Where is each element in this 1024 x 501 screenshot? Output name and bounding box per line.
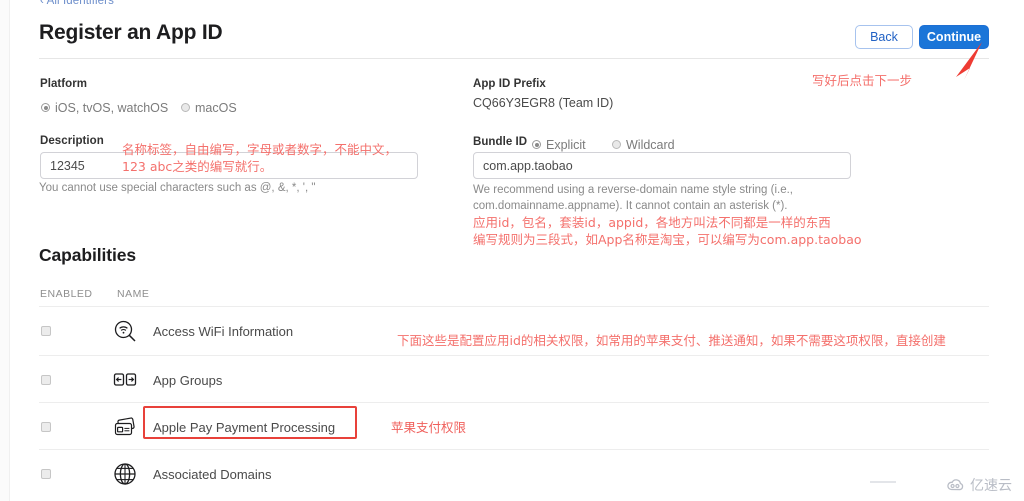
platform-radio-macos[interactable]: macOS — [181, 99, 237, 117]
app-id-prefix-label: App ID Prefix — [473, 78, 546, 90]
page-title: Register an App ID — [39, 21, 223, 44]
radio-icon — [612, 140, 621, 150]
annotation-description-line2: 123 abc之类的编写就行。 — [122, 159, 273, 174]
breadcrumb[interactable]: ‹ All Identifiers — [40, 0, 114, 7]
platform-option-label: macOS — [195, 100, 237, 115]
annotation-bundle-line2: 编写规则为三段式，如App名称是淘宝，可以编写为com.app.taobao — [473, 232, 862, 247]
back-button[interactable]: Back — [855, 25, 913, 49]
bundle-option-label: Wildcard — [626, 137, 675, 152]
annotation-capabilities: 下面这些是配置应用id的相关权限，如常用的苹果支付、推送通知，如果不需要这项权限… — [397, 333, 946, 348]
capabilities-title: Capabilities — [39, 245, 137, 265]
capability-checkbox[interactable] — [41, 326, 51, 336]
table-row[interactable]: Associated Domains — [39, 449, 989, 497]
annotation-bundle-line1: 应用id，包名，套装id，appid，各地方叫法不同都是一样的东西 — [473, 215, 831, 230]
table-row[interactable]: App Groups — [39, 355, 989, 403]
bundle-id-hint: We recommend using a reverse-domain name… — [473, 182, 873, 214]
platform-option-label: iOS, tvOS, watchOS — [55, 100, 169, 115]
annotation-apple-pay: 苹果支付权限 — [391, 420, 467, 435]
apple-pay-highlight-box — [143, 406, 357, 439]
column-header-name: NAME — [117, 288, 150, 300]
annotation-bundle: 应用id，包名，套装id，appid，各地方叫法不同都是一样的东西 编写规则为三… — [473, 214, 862, 248]
annotation-description: 名称标签，自由编写，字母或者数字，不能中文， 123 abc之类的编写就行。 — [122, 141, 397, 175]
description-label: Description — [40, 135, 104, 147]
platform-radio-ios[interactable]: iOS, tvOS, watchOS — [41, 99, 168, 117]
cloud-icon — [947, 479, 964, 491]
watermark-text: 亿速云 — [970, 478, 1012, 494]
capability-name: Access WiFi Information — [153, 324, 294, 339]
bundle-id-hint-line2: com.domainname.appname). It cannot conta… — [473, 200, 788, 212]
bundle-option-label: Explicit — [546, 137, 586, 152]
globe-icon — [113, 462, 137, 486]
annotation-description-line1: 名称标签，自由编写，字母或者数字，不能中文， — [122, 142, 398, 157]
page-left-edge — [0, 0, 10, 501]
capability-checkbox[interactable] — [41, 375, 51, 385]
watermark-line — [870, 481, 896, 483]
bundle-id-label: Bundle ID — [473, 136, 528, 148]
app-id-prefix-value: CQ66Y3EGR8 (Team ID) — [473, 96, 614, 110]
capability-checkbox[interactable] — [41, 422, 51, 432]
watermark: 亿速云 — [946, 475, 1012, 495]
platform-label: Platform — [40, 78, 88, 90]
app-groups-icon — [113, 368, 137, 392]
red-arrow-icon — [956, 42, 982, 80]
capability-checkbox[interactable] — [41, 469, 51, 479]
header-divider — [39, 58, 989, 59]
description-hint: You cannot use special characters such a… — [39, 182, 316, 194]
apple-pay-card-icon — [113, 415, 137, 439]
column-header-enabled: ENABLED — [40, 288, 93, 300]
register-app-id-page: ‹ All Identifiers Register an App ID Bac… — [0, 0, 1024, 501]
capability-name: Associated Domains — [153, 467, 272, 482]
annotation-continue-arrow: 写好后点击下一步 — [812, 73, 913, 88]
radio-icon — [181, 103, 190, 113]
bundle-id-hint-line1: We recommend using a reverse-domain name… — [473, 184, 794, 196]
bundle-id-input[interactable]: com.app.taobao — [473, 152, 851, 179]
capability-name: App Groups — [153, 373, 223, 388]
radio-icon — [41, 103, 50, 113]
wifi-search-icon — [113, 319, 137, 343]
radio-icon — [532, 140, 541, 150]
